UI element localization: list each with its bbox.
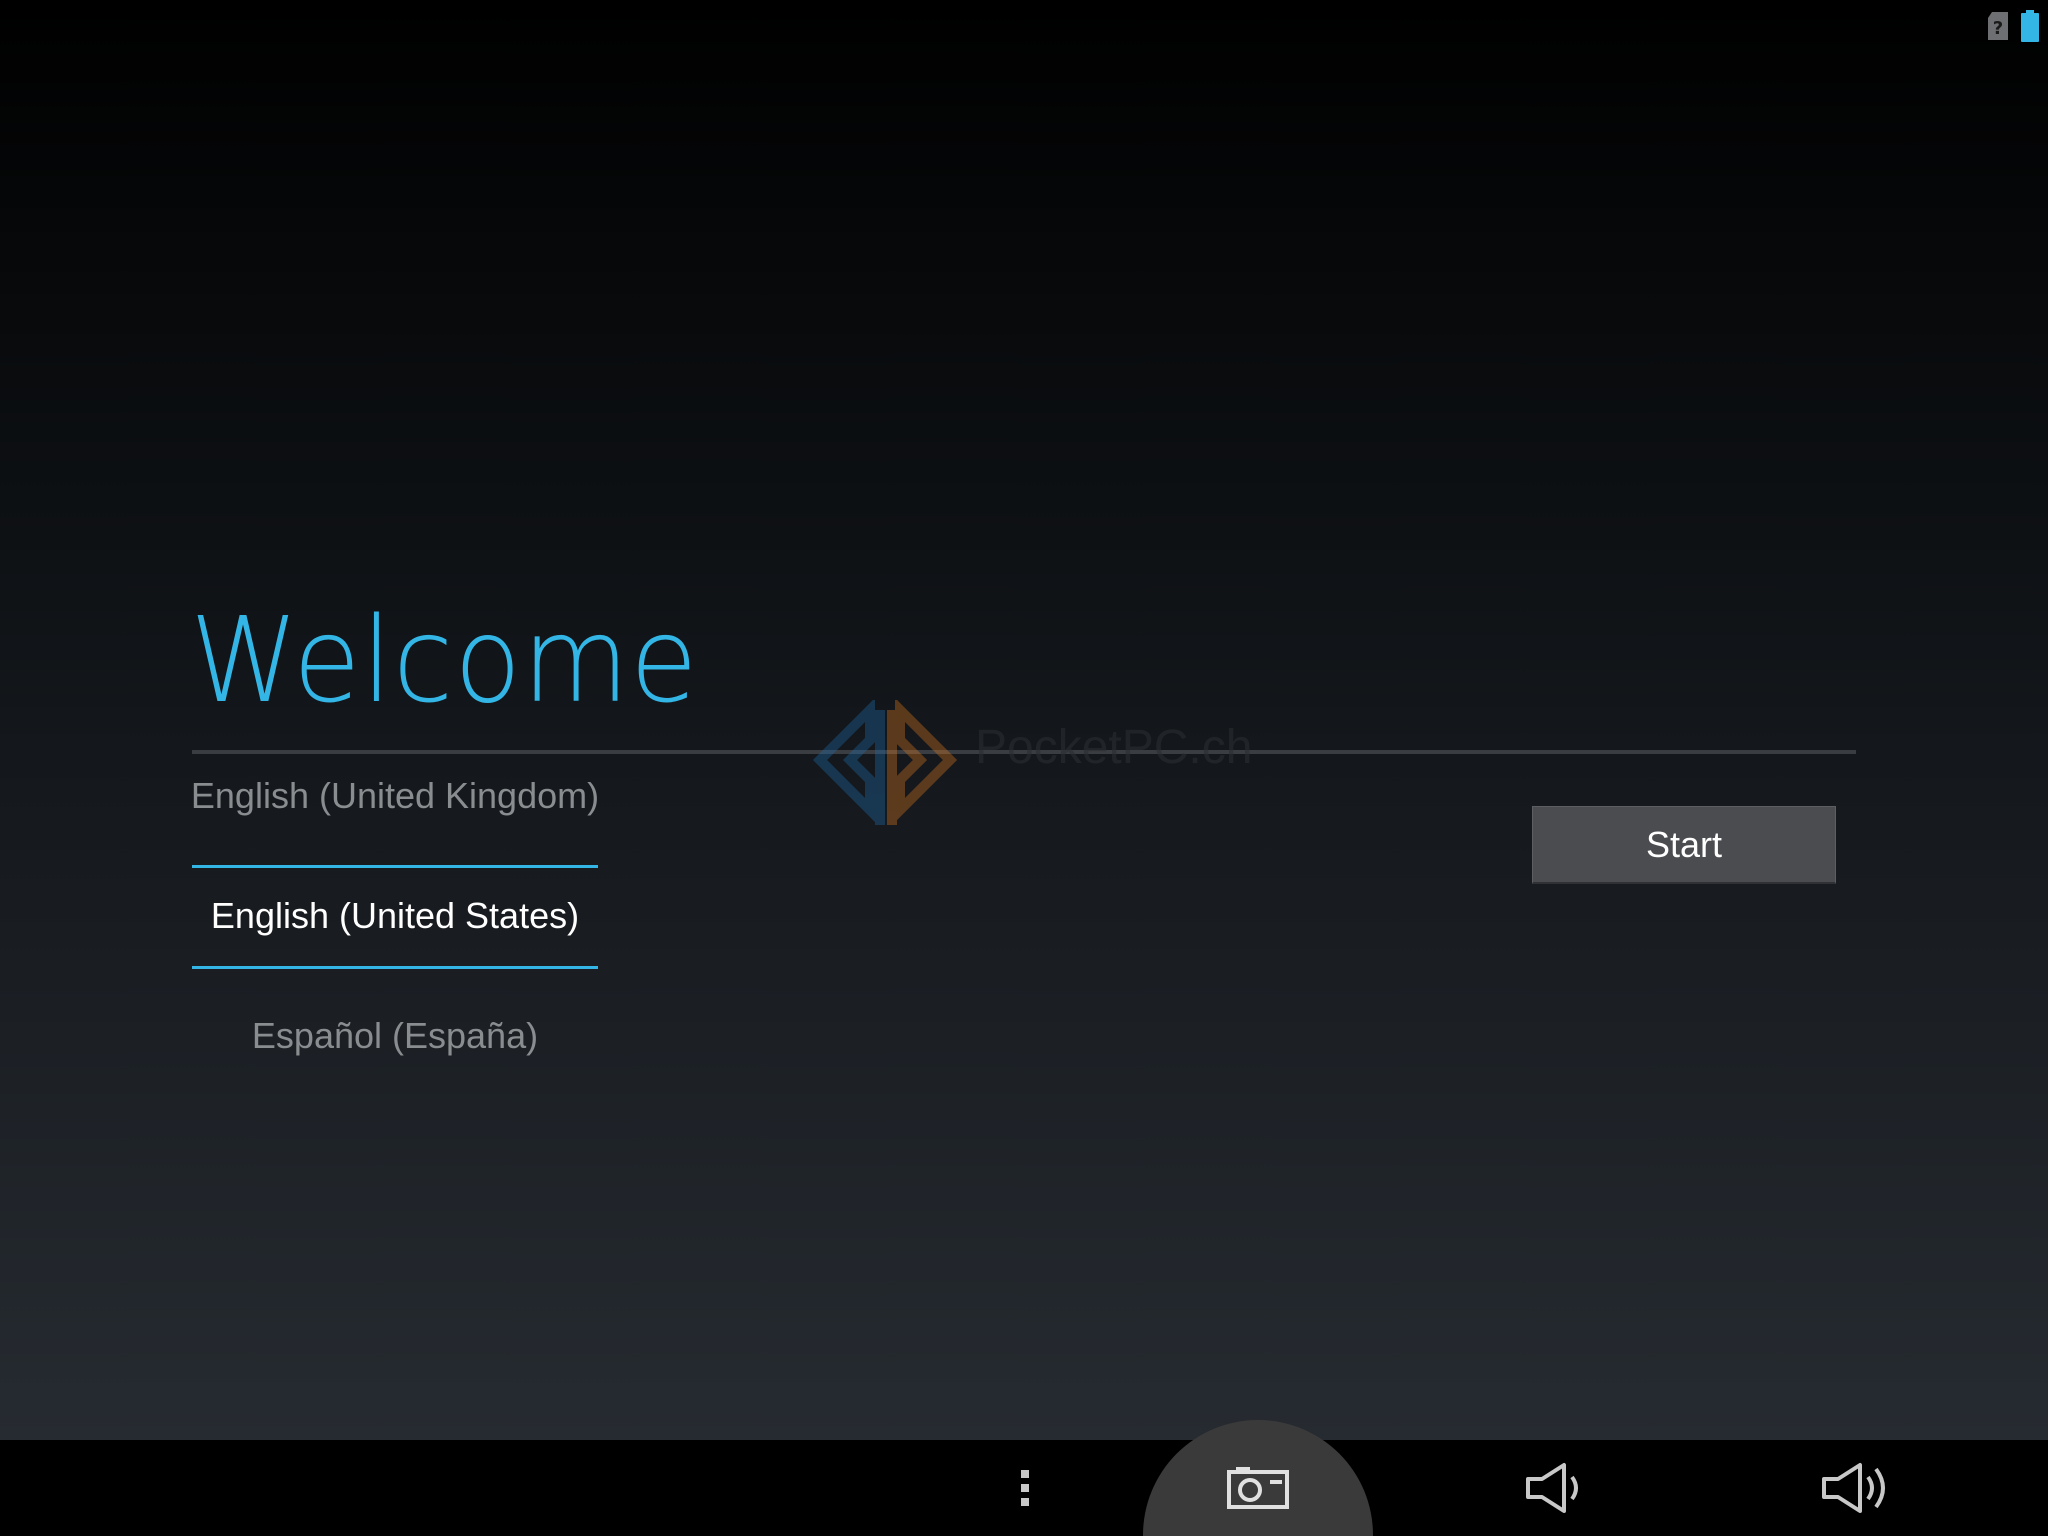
menu-dots-icon [1021,1470,1029,1506]
volume-up-button[interactable] [1810,1440,1900,1536]
language-picker[interactable]: English (United Kingdom) English (United… [190,765,600,1065]
sim-unknown-icon: ? [1988,12,2008,40]
volume-up-icon [1822,1463,1885,1513]
status-bar: ? [1984,10,2040,42]
screenshot-camera-icon [1227,1467,1289,1509]
volume-down-button[interactable] [1510,1440,1600,1536]
language-option-next[interactable]: Español (España) [190,1015,600,1057]
battery-icon [2021,10,2039,42]
watermark-logo [812,700,958,825]
setup-wizard-screen: ? Welcome PocketPC.ch English (United Ki… [0,0,2048,1536]
picker-divider-top [192,865,598,868]
menu-button[interactable] [990,1440,1060,1536]
navigation-bar [0,1420,2048,1536]
volume-down-icon [1526,1463,1578,1513]
start-button[interactable]: Start [1532,806,1836,884]
language-option-selected[interactable]: English (United States) [190,895,600,937]
page-title: Welcome [190,591,699,729]
watermark-text: PocketPC.ch [975,721,1253,774]
main-area: ? Welcome PocketPC.ch English (United Ki… [0,0,2048,1440]
screenshot-button[interactable] [1143,1420,1373,1536]
language-option-previous[interactable]: English (United Kingdom) [190,775,600,817]
picker-divider-bottom [192,966,598,969]
svg-text:?: ? [1993,18,2003,39]
